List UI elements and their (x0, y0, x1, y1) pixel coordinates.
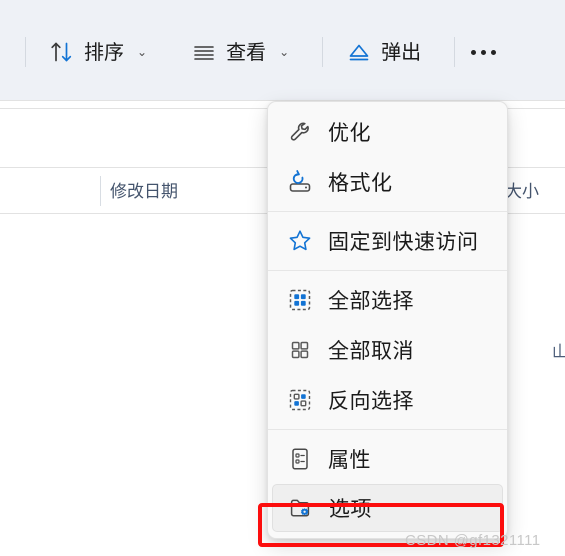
menu-label-select-none: 全部取消 (328, 339, 414, 363)
more-dots-icon-3 (491, 49, 497, 55)
watermark: CSDN @gf1321111 (405, 532, 541, 549)
menu-label-invert-selection: 反向选择 (328, 389, 414, 413)
more-dots-icon (471, 49, 477, 55)
column-divider-1 (100, 176, 101, 206)
menu-label-options: 选项 (329, 497, 372, 521)
menu-label-select-all: 全部选择 (328, 289, 414, 313)
format-drive-icon (286, 168, 314, 196)
sort-arrows-icon (49, 39, 75, 65)
toolbar-label-sort: 排序 (84, 40, 124, 64)
menu-item-optimize[interactable]: 优化 (272, 107, 503, 157)
toolbar-items: 排序 ⌄ 查看 ⌄ 弹出 (0, 28, 512, 76)
column-header-date-modified[interactable]: 修改日期 (110, 177, 178, 202)
menu-label-format: 格式化 (328, 171, 393, 195)
menu-item-select-none[interactable]: 全部取消 (272, 325, 503, 375)
toolbar-button-view[interactable]: 查看 ⌄ (180, 30, 300, 74)
menu-item-pin-to-quick-access[interactable]: 固定到快速访问 (272, 216, 503, 266)
chevron-down-icon-sort: ⌄ (137, 45, 148, 59)
more-dots-icon-2 (481, 49, 487, 55)
select-all-icon (286, 286, 314, 314)
toolbar-label-view: 查看 (226, 40, 267, 64)
toolbar-divider-mid (322, 37, 324, 67)
partial-row-text: 山 (552, 342, 565, 361)
toolbar-button-sort[interactable]: 排序 ⌄ (38, 30, 158, 74)
column-header-size[interactable]: 大小 (505, 177, 539, 202)
select-none-icon (286, 336, 314, 364)
toolbar-button-more[interactable] (455, 49, 512, 55)
menu-item-format[interactable]: 格式化 (272, 157, 503, 207)
toolbar: 排序 ⌄ 查看 ⌄ 弹出 (0, 0, 565, 100)
context-menu: 优化 格式化 固定到快速访问 全部选择 全部取消 反向选择 属性 选项 (267, 101, 508, 539)
folder-options-icon (287, 494, 315, 522)
menu-label-optimize: 优化 (328, 121, 371, 145)
menu-item-invert-selection[interactable]: 反向选择 (272, 375, 503, 425)
toolbar-divider-left (25, 37, 26, 67)
file-explorer-window: 排序 ⌄ 查看 ⌄ 弹出 修改日期 大小 山 优化 格式化 固定到快速访问 全部… (0, 0, 565, 556)
toolbar-label-eject: 弹出 (381, 40, 422, 64)
menu-item-select-all[interactable]: 全部选择 (272, 275, 503, 325)
eject-icon (346, 39, 372, 65)
chevron-down-icon-view: ⌄ (279, 45, 290, 59)
invert-selection-icon (286, 386, 314, 414)
menu-item-options[interactable]: 选项 (272, 484, 503, 532)
toolbar-button-eject[interactable]: 弹出 (335, 30, 432, 74)
menu-label-pin-to-quick-access: 固定到快速访问 (328, 230, 479, 254)
star-icon (286, 227, 314, 255)
wrench-icon (286, 118, 314, 146)
menu-separator-1 (268, 211, 507, 212)
properties-icon (286, 445, 314, 473)
menu-separator-2 (268, 270, 507, 271)
menu-label-properties: 属性 (328, 448, 371, 472)
menu-item-properties[interactable]: 属性 (272, 434, 503, 484)
view-lines-icon (191, 39, 217, 65)
menu-separator-3 (268, 429, 507, 430)
